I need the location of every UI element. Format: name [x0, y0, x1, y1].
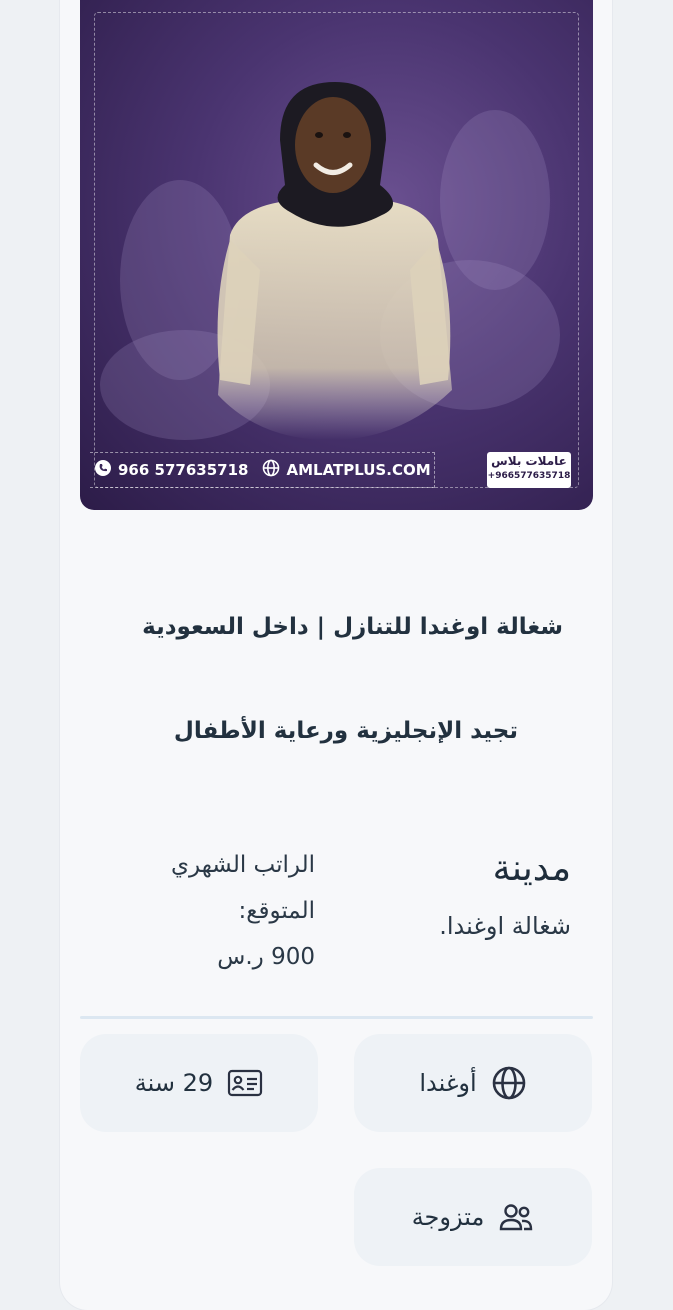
logo-name: عاملات بلاس	[491, 454, 567, 468]
globe-icon	[491, 1065, 527, 1101]
salary-value: 900 ر.س	[217, 944, 315, 970]
city-label: مدينة	[492, 848, 571, 889]
city-value: شغالة اوغندا.	[439, 912, 571, 940]
salary-block: الراتب الشهري المتوقع: 900 ر.س	[115, 842, 315, 980]
brand-logo: عاملات بلاس +966577635718	[487, 452, 571, 488]
website-contact[interactable]: AMLATPLUS.COM	[262, 459, 431, 481]
marital-status-value: متزوجة	[411, 1203, 485, 1231]
website-url: AMLATPLUS.COM	[286, 461, 431, 479]
contact-bar: 966 577635718 AMLATPLUS.COM	[90, 452, 435, 488]
age-value: 29 سنة	[134, 1069, 214, 1097]
marital-status-chip: متزوجة	[354, 1168, 592, 1266]
age-chip: 29 سنة	[80, 1034, 318, 1132]
nationality-chip: أوغندا	[354, 1034, 592, 1132]
id-card-icon	[227, 1069, 263, 1097]
salary-label-line2: المتوقع:	[238, 898, 315, 924]
listing-title-line2: تجيد الإنجليزية ورعاية الأطفال	[173, 718, 518, 744]
phone-icon	[94, 459, 112, 481]
worker-photo[interactable]: 966 577635718 AMLATPLUS.COM عاملات بلاس …	[80, 0, 593, 510]
divider	[80, 1016, 593, 1019]
photo-frame	[94, 12, 579, 488]
phone-number: 966 577635718	[118, 461, 249, 479]
salary-label-line1: الراتب الشهري	[171, 852, 315, 878]
phone-contact[interactable]: 966 577635718	[94, 459, 248, 481]
listing-title-line1: شغالة اوغندا للتنازل | داخل السعودية	[142, 614, 563, 640]
logo-phone: +966577635718	[487, 471, 571, 481]
nationality-value: أوغندا	[419, 1069, 477, 1097]
globe-icon	[262, 459, 280, 481]
users-icon	[498, 1202, 534, 1232]
